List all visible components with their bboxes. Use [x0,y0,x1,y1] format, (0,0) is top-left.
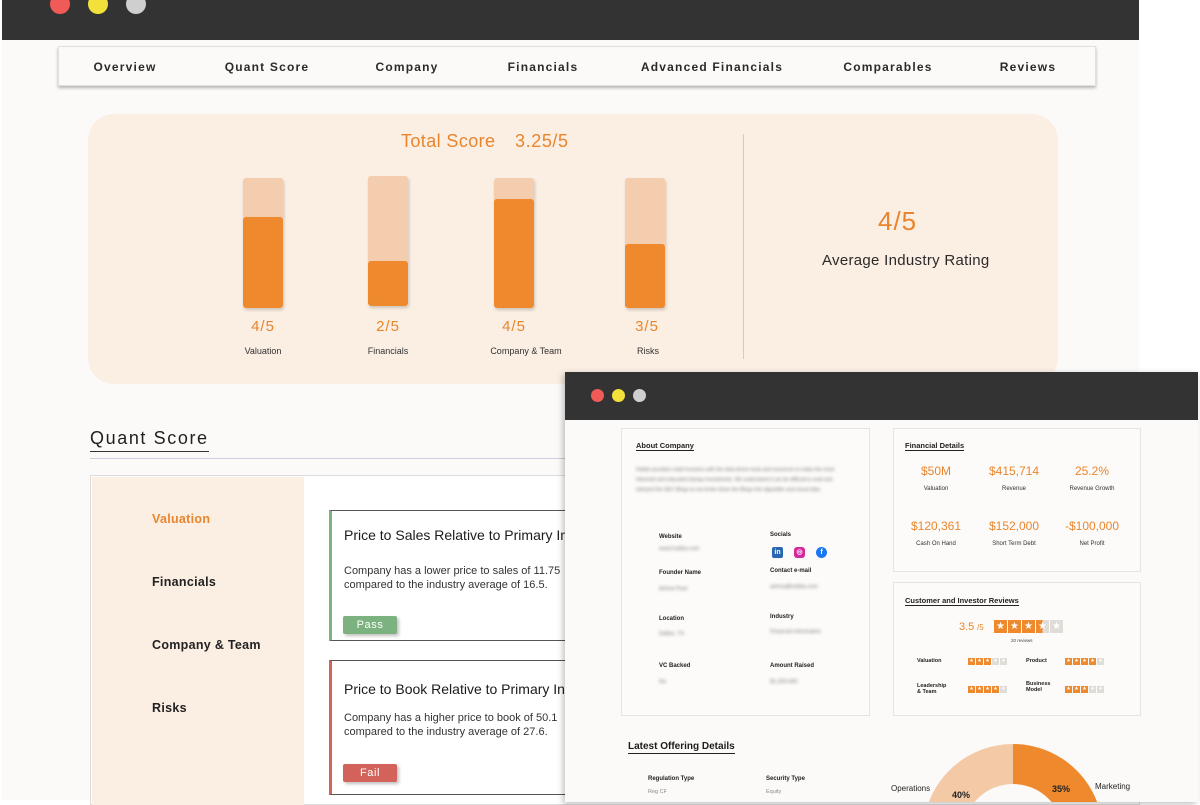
donut-label-operations: Operations [891,784,931,793]
score-value-company-team: 4/5 [502,318,526,335]
category-financials[interactable]: Financials [152,575,216,589]
category-risks[interactable]: Risks [152,701,187,715]
score-value-financials: 2/5 [376,318,400,335]
nav-quant-score[interactable]: Quant Score [225,60,310,74]
maximize-window-button[interactable] [126,0,146,14]
title-bar [2,0,1139,40]
nav-company[interactable]: Company [375,60,438,74]
industry-rating-value: 4/5 [878,206,918,236]
fail-badge: Fail [343,764,397,782]
nav-advanced-financials[interactable]: Advanced Financials [641,60,783,74]
quant-score-heading: Quant Score [90,428,209,452]
score-bar-fill [243,217,283,308]
use-of-funds-donut [928,744,1098,802]
score-bar-fill [494,198,534,308]
score-bar-risks [625,178,665,308]
industry-rating-label: Average Industry Rating [822,252,990,269]
score-bar-valuation [243,178,283,308]
nav-reviews[interactable]: Reviews [1000,60,1056,74]
score-bar-financials [368,176,408,306]
nav-financials[interactable]: Financials [508,60,579,74]
score-bar-fill [368,260,408,306]
total-score-value: 3.25/5 [515,131,569,151]
nav-overview[interactable]: Overview [94,60,157,74]
score-value-valuation: 4/5 [251,318,275,335]
pass-badge: Pass [343,616,397,634]
donut-percent-operations: 40% [952,790,971,800]
score-bar-fill [625,244,665,308]
quant-category-sidebar: Valuation Financials Company & Team Risk… [92,477,304,805]
company-profile-window: About Company Hubbe provides retail inve… [565,372,1198,802]
score-bar-company-team [494,178,534,308]
nav-comparables[interactable]: Comparables [843,60,932,74]
close-window-button[interactable] [50,0,70,14]
metric-description: Company has a higher price to book of 50… [344,712,558,738]
minimize-window-button[interactable] [88,0,108,14]
total-score-label: Total Score [401,131,496,151]
score-value-risks: 3/5 [635,318,659,335]
category-valuation[interactable]: Valuation [152,512,210,526]
score-label-company-team: Company & Team [490,346,562,356]
donut-label-marketing: Marketing [1095,782,1131,791]
donut-percent-marketing: 35% [1052,784,1071,794]
top-nav: Overview Quant Score Company Financials … [58,46,1096,86]
metric-description: Company has a lower price to sales of 11… [344,565,561,591]
score-label-valuation: Valuation [244,346,282,356]
score-label-risks: Risks [637,346,659,356]
score-label-financials: Financials [367,346,409,356]
category-company-team[interactable]: Company & Team [152,638,261,652]
panel-divider [743,134,744,359]
total-score-panel: Total Score 3.25/5 4/5 Valuation 2/5 Fin… [88,114,1058,384]
